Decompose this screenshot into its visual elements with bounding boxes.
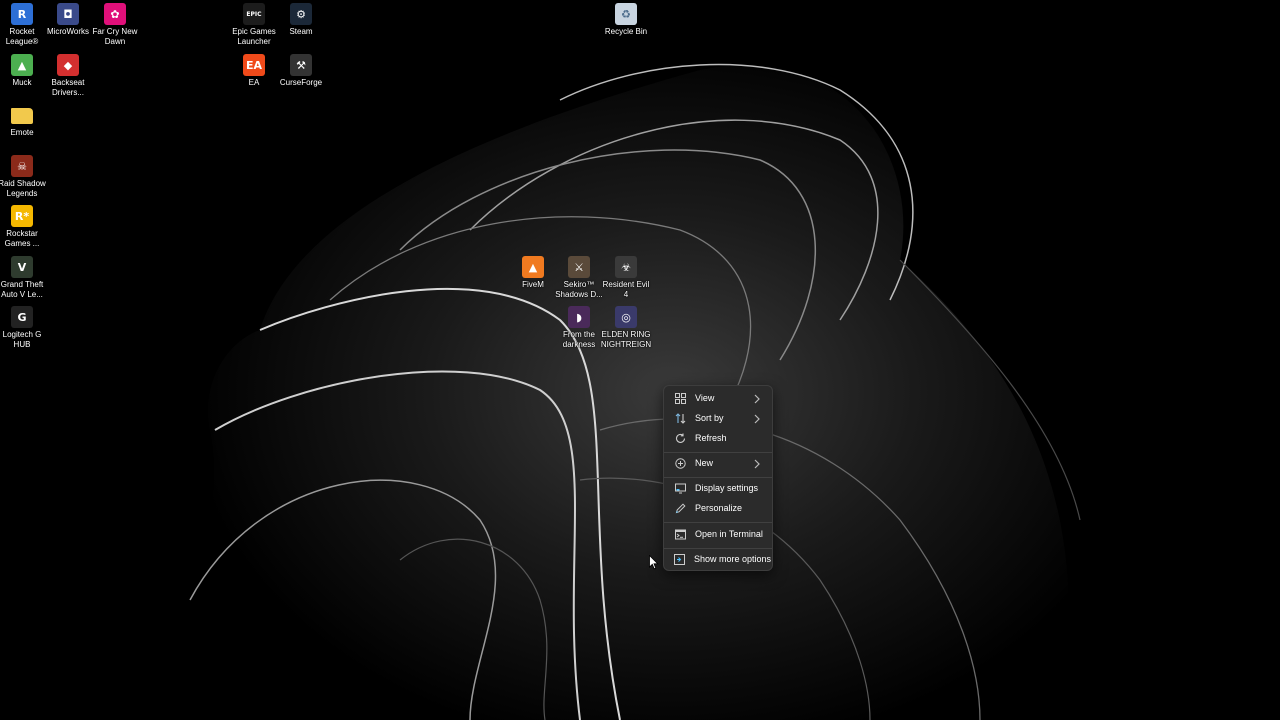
grid-view-icon (674, 392, 686, 404)
desktop-icon[interactable]: EPIC Epic Games Launcher (231, 3, 277, 47)
desktop-wallpaper (0, 0, 1280, 720)
display-icon (674, 482, 686, 494)
muck-icon: ▲ (11, 54, 33, 76)
menu-item-label: Open in Terminal (695, 529, 763, 539)
menu-separator (664, 522, 772, 523)
menu-item-personalize[interactable]: Personalize (668, 498, 768, 518)
chevron-right-icon (752, 392, 762, 404)
mouse-pointer-icon (649, 555, 659, 570)
desktop-icon-label: Backseat Drivers... (51, 78, 85, 97)
rocket-league-icon: R (11, 3, 33, 25)
menu-item-sort-by[interactable]: Sort by (668, 408, 768, 428)
menu-item-display-settings[interactable]: Display settings (668, 478, 768, 498)
microworks-icon: ◘ (57, 3, 79, 25)
steam-icon: ⚙ (290, 3, 312, 25)
desktop-context-menu: View Sort by Refresh New Display setting… (663, 385, 773, 571)
fivem-icon: ▲ (522, 256, 544, 278)
desktop-icon-label: Rockstar Games ... (4, 229, 40, 248)
menu-item-new[interactable]: New (668, 453, 768, 473)
curseforge-icon: ⚒ (290, 54, 312, 76)
sort-icon (674, 412, 686, 424)
terminal-icon (674, 528, 686, 540)
ea-icon: EA (243, 54, 265, 76)
pen-icon (674, 502, 686, 514)
desktop-icon-label: Logitech G HUB (2, 330, 42, 349)
desktop-icon-label: Resident Evil 4 (602, 280, 650, 299)
from-the-darkness-icon: ◗ (568, 306, 590, 328)
rockstar-games-icon: R* (11, 205, 33, 227)
desktop-icon-label: Grand Theft Auto V Le... (0, 280, 44, 299)
folder-icon (11, 108, 33, 124)
desktop-icon[interactable]: Emote (0, 104, 45, 138)
desktop-icon[interactable]: ✿ Far Cry New Dawn (92, 3, 138, 47)
menu-item-view[interactable]: View (668, 388, 768, 408)
menu-item-label: View (695, 393, 715, 403)
show-more-options-icon (674, 553, 685, 565)
desktop-icon-label: ELDEN RING NIGHTREIGN (600, 330, 652, 349)
resident-evil-4-icon: ☣ (615, 256, 637, 278)
desktop-icon[interactable]: V Grand Theft Auto V Le... (0, 256, 45, 300)
desktop-icon-label: Steam (289, 27, 313, 36)
desktop-icon-label: Emote (10, 128, 34, 137)
desktop-icon[interactable]: ♻ Recycle Bin (603, 3, 649, 37)
sekiro-icon: ⚔ (568, 256, 590, 278)
menu-item-show-more-options[interactable]: Show more options (668, 549, 772, 569)
menu-item-refresh[interactable]: Refresh (668, 428, 768, 448)
desktop-icon-label: CurseForge (279, 78, 323, 87)
menu-item-label: Show more options (694, 554, 772, 564)
desktop-icon[interactable]: ⚒ CurseForge (278, 54, 324, 88)
menu-item-label: Display settings (695, 483, 759, 493)
desktop-icon-label: Far Cry New Dawn (92, 27, 138, 46)
far-cry-new-dawn-icon: ✿ (104, 3, 126, 25)
chevron-right-icon (752, 457, 762, 469)
grand-theft-auto-icon: V (11, 256, 33, 278)
menu-item-label: Personalize (695, 503, 743, 513)
desktop-icon[interactable]: ☣ Resident Evil 4 (603, 256, 649, 300)
desktop-icon[interactable]: ◆ Backseat Drivers... (45, 54, 91, 98)
desktop-icon[interactable]: R* Rockstar Games ... (0, 205, 45, 249)
menu-item-label: Refresh (695, 433, 727, 443)
epic-games-launcher-icon: EPIC (243, 3, 265, 25)
desktop-icon[interactable]: G Logitech G HUB (0, 306, 45, 350)
plus-circle-icon (674, 457, 686, 469)
menu-item-label: Sort by (695, 413, 724, 423)
elden-ring-nightreign-icon: ◎ (615, 306, 637, 328)
refresh-icon (674, 432, 686, 444)
desktop-icon[interactable]: ◎ ELDEN RING NIGHTREIGN (601, 306, 651, 350)
desktop-icon-label: Recycle Bin (604, 27, 648, 36)
raid-shadow-legends-icon: ☠ (11, 155, 33, 177)
desktop-icon-label: Raid Shadow Legends (0, 179, 46, 198)
desktop-icon[interactable]: ☠ Raid Shadow Legends (0, 155, 46, 199)
menu-item-label: New (695, 458, 714, 468)
desktop-icon[interactable]: ⚙ Steam (278, 3, 324, 37)
logitech-g-hub-icon: G (11, 306, 33, 328)
menu-item-open-in-terminal[interactable]: Open in Terminal (668, 524, 768, 544)
recycle-bin-icon: ♻ (615, 3, 637, 25)
chevron-right-icon (752, 412, 762, 424)
backseat-drivers-icon: ◆ (57, 54, 79, 76)
desktop-icon[interactable]: R Rocket League® (0, 3, 45, 47)
